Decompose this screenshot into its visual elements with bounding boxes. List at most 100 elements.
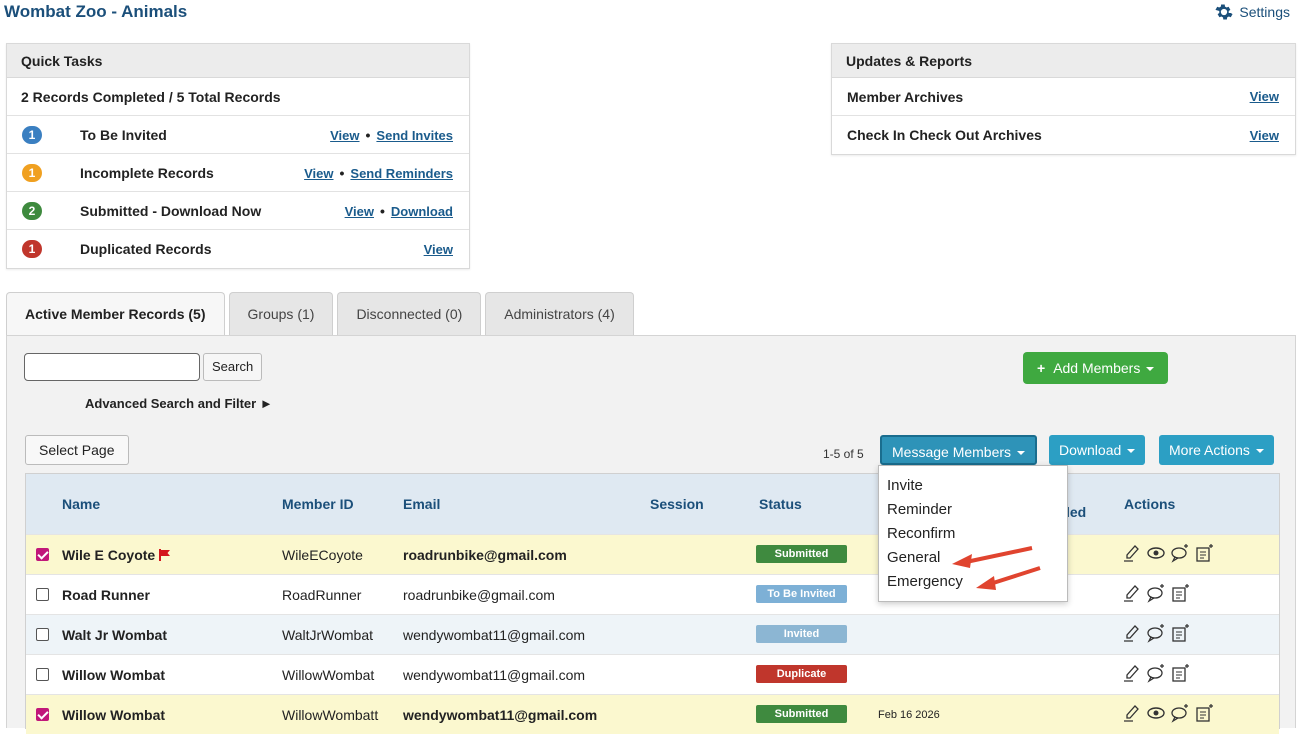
edit-icon[interactable] [1122,583,1142,603]
updates-title: Updates & Reports [832,44,1295,78]
select-page-button[interactable]: Select Page [25,435,129,465]
col-actions: Actions [1124,496,1176,512]
table-row[interactable]: Walt Jr Wombat WaltJrWombat wendywombat1… [26,614,1279,654]
add-members-button[interactable]: + Add Members [1023,352,1169,384]
download-button[interactable]: Download [1049,435,1146,465]
count-badge: 1 [22,163,42,182]
updates-reports-panel: Updates & Reports Member Archives View C… [831,43,1296,155]
member-id: WillowWombatt [282,707,379,723]
menu-item-reconfirm[interactable]: Reconfirm [879,522,1067,546]
note-add-icon[interactable] [1170,583,1190,603]
report-label: Member Archives [847,88,964,105]
member-name: Willow Wombat [62,667,166,683]
menu-item-reminder[interactable]: Reminder [879,498,1067,522]
quick-tasks-title: Quick Tasks [7,44,469,78]
table-row[interactable]: Road Runner RoadRunner roadrunbike@gmail… [26,574,1279,614]
note-add-icon[interactable] [1194,703,1214,723]
comment-add-icon[interactable] [1170,703,1190,723]
search-input[interactable] [24,353,200,381]
member-email: roadrunbike@gmail.com [403,547,567,563]
col-status[interactable]: Status [759,496,802,512]
comment-add-icon[interactable] [1146,623,1166,643]
member-id: WaltJrWombat [282,627,374,643]
status-badge: To Be Invited [756,585,847,603]
send-invites-link[interactable]: Send Invites [376,128,453,143]
row-checkbox[interactable] [36,628,49,641]
eye-icon[interactable] [1146,543,1166,563]
add-members-label: Add Members [1053,360,1141,376]
plus-icon: + [1037,360,1046,376]
view-link[interactable]: View [424,242,453,257]
col-name[interactable]: Name [62,496,100,512]
eye-icon[interactable] [1146,703,1166,723]
table-row[interactable]: Wile E Coyote WileECoyote roadrunbike@gm… [26,534,1279,574]
col-member-id[interactable]: Member ID [282,496,354,512]
send-reminders-link[interactable]: Send Reminders [350,166,453,181]
advanced-search-toggle[interactable]: Advanced Search and Filter ► [85,396,273,411]
edit-icon[interactable] [1122,623,1142,643]
search-button[interactable]: Search [203,353,263,381]
settings-label: Settings [1239,4,1290,20]
view-link[interactable]: View [1250,128,1279,143]
tab-groups[interactable]: Groups (1) [228,292,334,335]
report-label: Check In Check Out Archives [847,127,1042,143]
edit-icon[interactable] [1122,543,1142,563]
edit-icon[interactable] [1122,703,1142,723]
view-link[interactable]: View [345,204,374,219]
view-link[interactable]: View [330,128,359,143]
download-label: Download [1059,442,1122,458]
view-link[interactable]: View [304,166,333,181]
flag-icon [159,549,171,561]
member-name: Walt Jr Wombat [62,627,168,643]
page-title: Wombat Zoo - Animals [4,2,188,21]
task-row-submitted: 2 Submitted - Download Now View • Download [7,192,469,230]
records-summary: 2 Records Completed / 5 Total Records [7,78,469,116]
member-email: wendywombat11@gmail.com [403,667,586,683]
member-email: roadrunbike@gmail.com [403,587,555,603]
table-row[interactable]: Willow Wombat WillowWombat wendywombat11… [26,654,1279,694]
download-link[interactable]: Download [391,204,453,219]
records-tabs: Active Member Records (5) Groups (1) Dis… [6,292,634,336]
report-row-member-archives: Member Archives View [832,78,1295,116]
note-add-icon[interactable] [1170,623,1190,643]
members-table: Name Member ID Email Session Status led … [25,473,1280,734]
more-actions-button[interactable]: More Actions [1159,435,1274,465]
row-checkbox[interactable] [36,548,49,561]
col-email[interactable]: Email [403,496,440,512]
caret-down-icon [1146,367,1155,372]
col-submitted[interactable]: led [1066,504,1086,520]
table-row[interactable]: Willow Wombat WillowWombatt wendywombat1… [26,694,1279,734]
caret-down-icon [1255,449,1264,454]
view-link[interactable]: View [1250,89,1279,104]
tab-administrators[interactable]: Administrators (4) [485,292,634,335]
member-id: WillowWombat [282,667,375,683]
note-add-icon[interactable] [1170,663,1190,683]
table-header: Name Member ID Email Session Status led … [26,474,1279,534]
menu-item-general[interactable]: General [879,546,1067,570]
comment-add-icon[interactable] [1146,663,1166,683]
row-checkbox[interactable] [36,708,49,721]
row-checkbox[interactable] [36,668,49,681]
note-add-icon[interactable] [1194,543,1214,563]
task-label: Incomplete Records [80,164,214,181]
message-members-button[interactable]: Message Members [880,435,1038,465]
settings-link[interactable]: Settings [1215,3,1290,21]
member-email: wendywombat11@gmail.com [403,707,598,723]
separator: • [379,202,385,219]
tab-disconnected[interactable]: Disconnected (0) [337,292,482,335]
comment-add-icon[interactable] [1146,583,1166,603]
status-badge: Duplicate [756,665,847,683]
tab-active-members[interactable]: Active Member Records (5) [6,292,225,336]
edit-icon[interactable] [1122,663,1142,683]
member-name: Willow Wombat [62,707,166,723]
quick-tasks-panel: Quick Tasks 2 Records Completed / 5 Tota… [6,43,470,269]
count-badge: 1 [22,125,42,144]
records-content: Search Advanced Search and Filter ► + Add… [6,335,1296,734]
col-session[interactable]: Session [650,496,704,512]
row-checkbox[interactable] [36,588,49,601]
menu-item-invite[interactable]: Invite [879,474,1067,498]
status-badge: Submitted [756,705,847,723]
comment-add-icon[interactable] [1170,543,1190,563]
task-row-incomplete: 1 Incomplete Records View • Send Reminders [7,154,469,192]
menu-item-emergency[interactable]: Emergency [879,570,1067,594]
